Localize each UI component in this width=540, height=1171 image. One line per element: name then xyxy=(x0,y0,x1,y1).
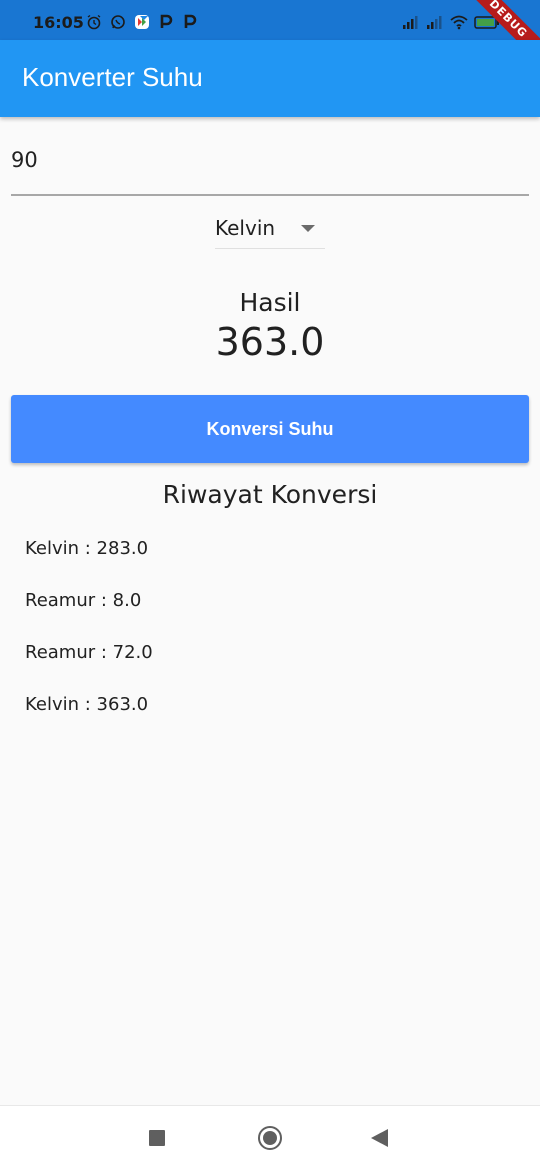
app-bar: Konverter Suhu xyxy=(0,40,540,117)
signal-icon xyxy=(427,16,442,29)
app-icon xyxy=(135,15,149,29)
history-item: Kelvin : 283.0 xyxy=(25,538,149,559)
status-bar: 16:05 DEBUG xyxy=(0,0,540,68)
history-list: Kelvin : 283.0 Reamur : 8.0 Reamur : 72.… xyxy=(25,538,153,746)
convert-button[interactable]: Konversi Suhu xyxy=(11,395,529,463)
recents-button[interactable] xyxy=(149,1130,165,1146)
unit-dropdown-value: Kelvin xyxy=(215,216,276,240)
whatsapp-icon xyxy=(111,15,125,29)
back-button[interactable] xyxy=(371,1129,388,1147)
alarm-icon xyxy=(87,14,101,30)
dropdown-arrow-icon xyxy=(301,225,315,232)
p-icon xyxy=(184,14,197,28)
history-item: Reamur : 8.0 xyxy=(25,590,142,611)
result-value: 363.0 xyxy=(215,320,325,364)
unit-dropdown[interactable]: Kelvin xyxy=(215,208,325,249)
home-button[interactable] xyxy=(258,1126,282,1150)
app-title: Konverter Suhu xyxy=(22,62,203,92)
signal-icon xyxy=(403,16,418,29)
navigation-bar xyxy=(0,1105,540,1171)
home-icon xyxy=(263,1131,277,1145)
temperature-input-container xyxy=(11,140,529,196)
history-title: Riwayat Konversi xyxy=(162,480,378,509)
history-item: Reamur : 72.0 xyxy=(25,642,153,663)
temperature-input[interactable] xyxy=(11,148,529,172)
history-item: Kelvin : 363.0 xyxy=(25,694,149,715)
p-icon xyxy=(160,14,173,28)
status-time: 16:05 xyxy=(33,13,84,32)
result-label: Hasil xyxy=(239,288,301,317)
wifi-icon xyxy=(450,15,468,30)
status-icons-left xyxy=(86,14,198,30)
status-icons-right xyxy=(402,14,500,30)
